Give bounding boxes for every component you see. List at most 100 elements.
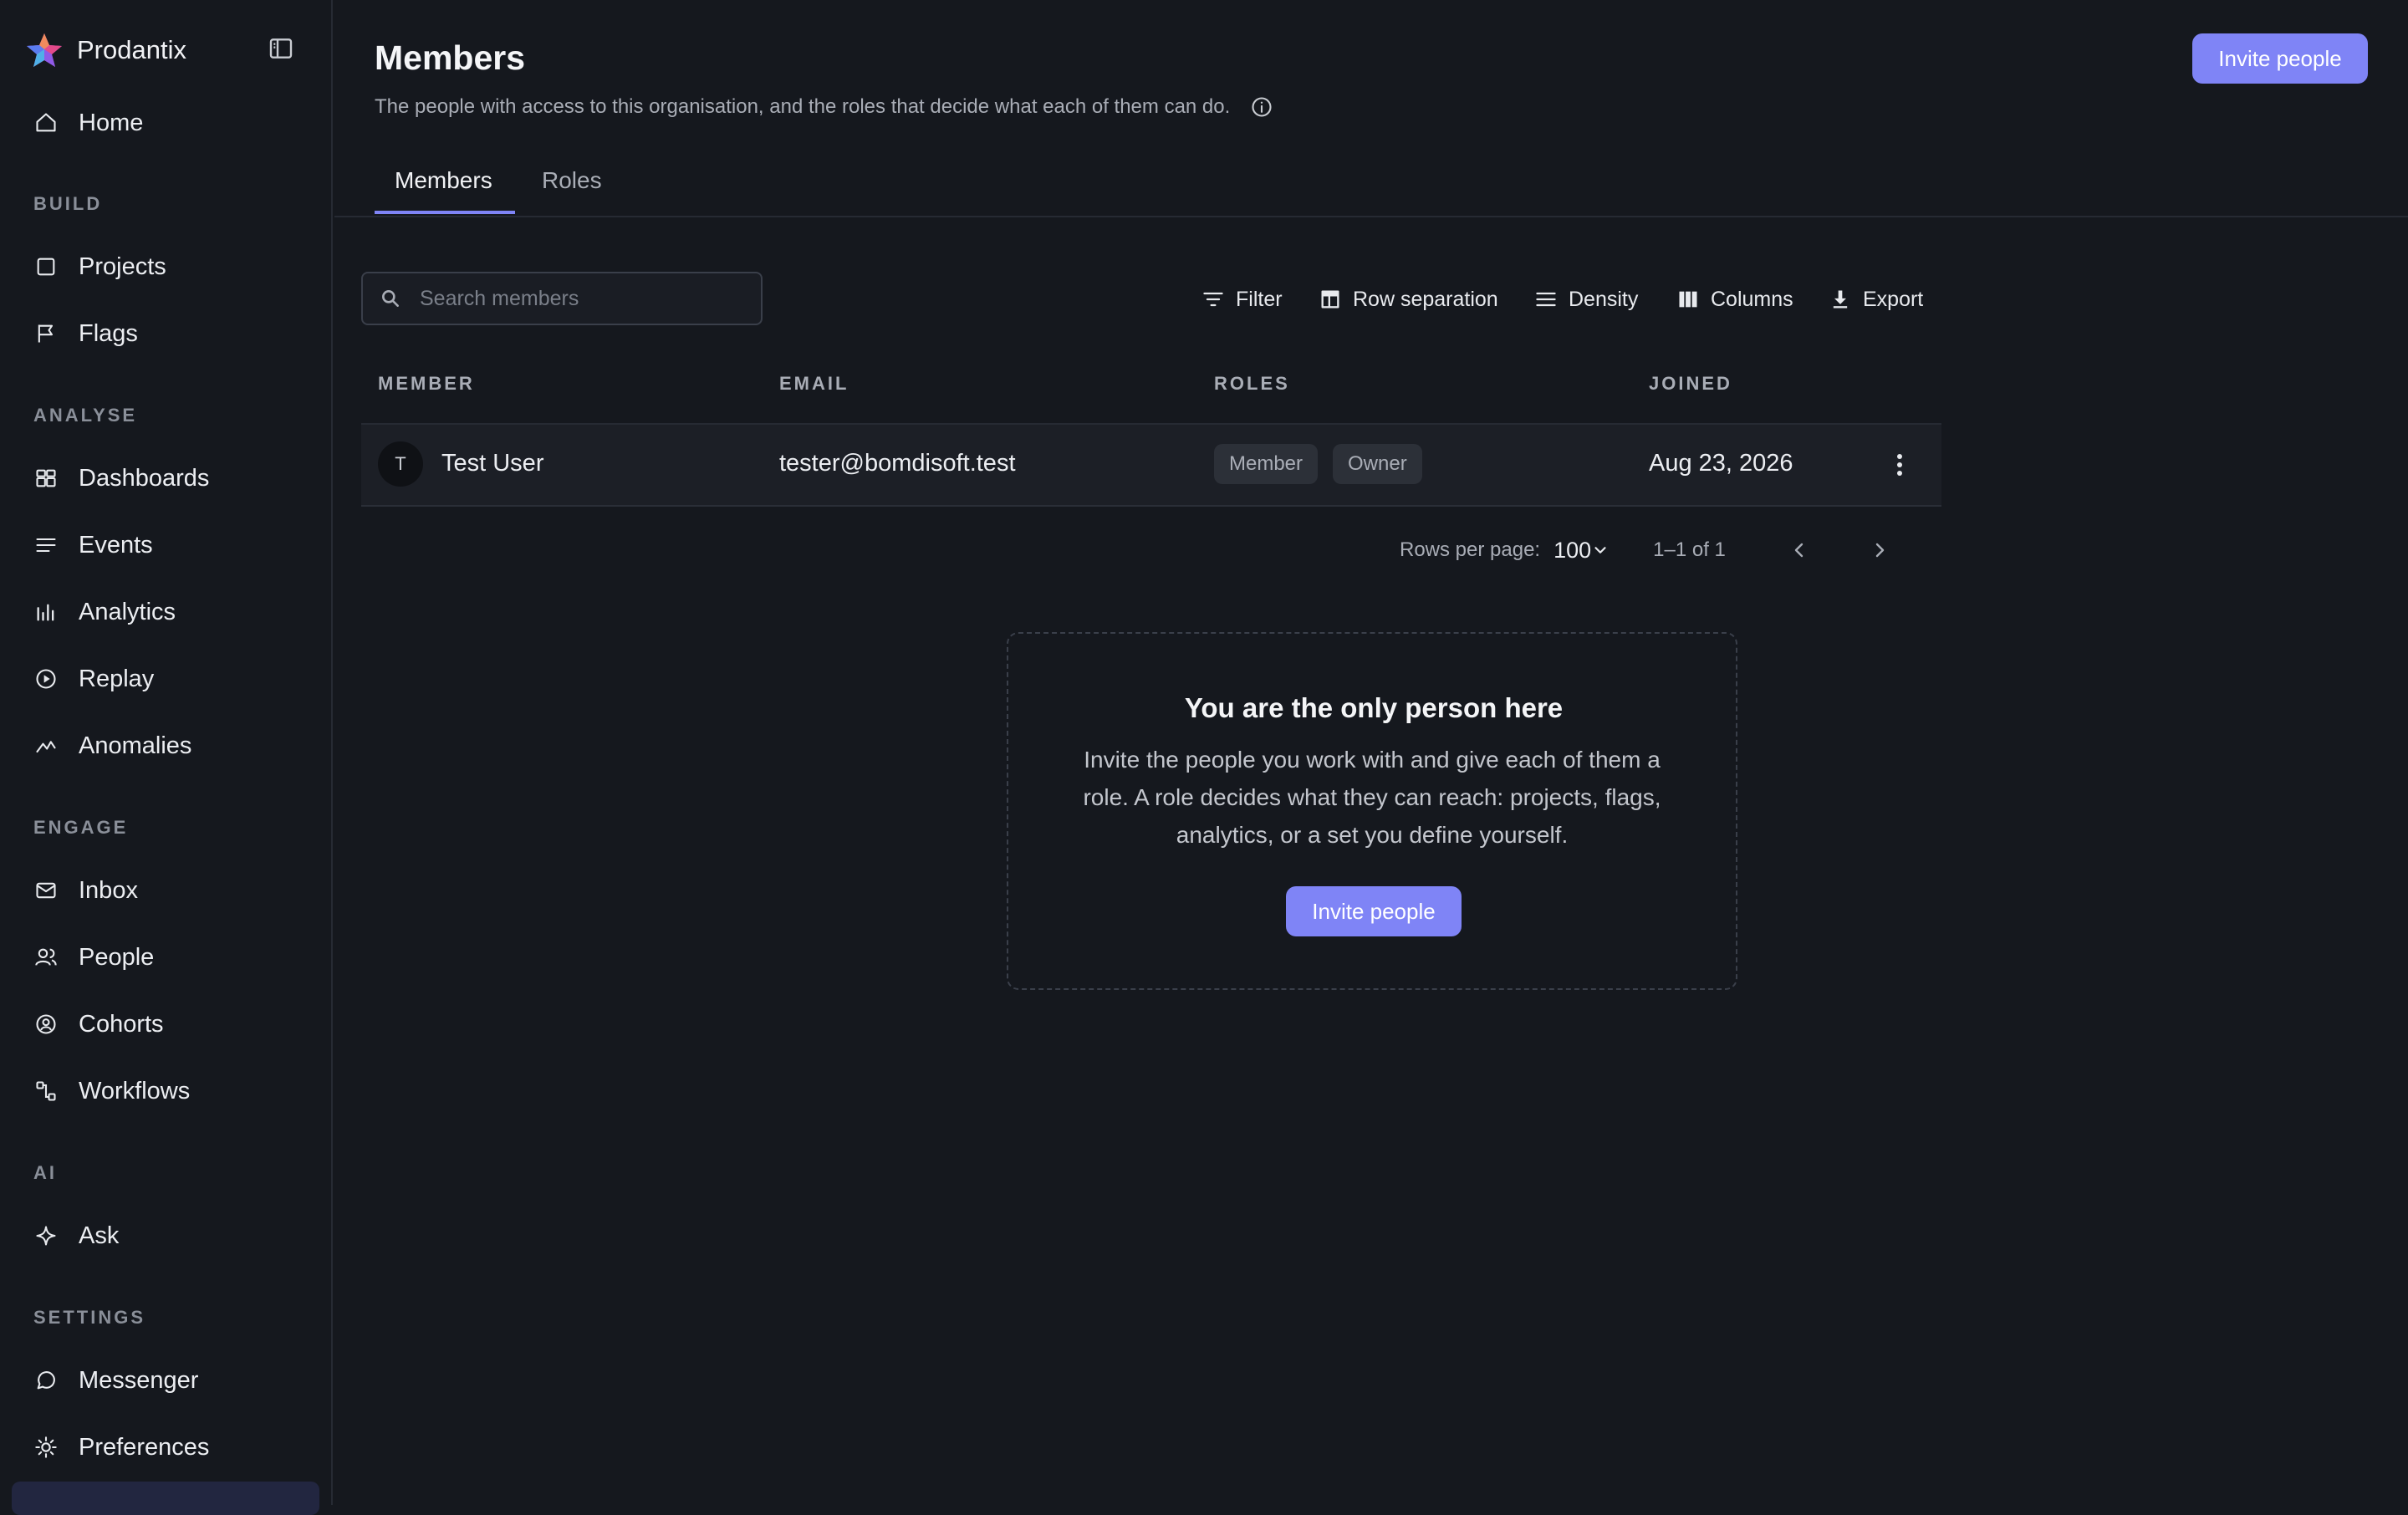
export-button[interactable]: Export bbox=[1828, 283, 1923, 316]
column-header-joined[interactable]: JOINED bbox=[1649, 373, 1732, 395]
mail-icon bbox=[33, 878, 59, 903]
search-input[interactable] bbox=[418, 285, 739, 312]
role-chip-member: Member bbox=[1214, 444, 1319, 484]
column-header-email[interactable]: EMAIL bbox=[779, 373, 849, 395]
section-label-analyse: ANALYSE bbox=[33, 405, 138, 426]
sidebar-item-anomalies[interactable]: Anomalies bbox=[17, 720, 314, 772]
sidebar-item-inbox[interactable]: Inbox bbox=[17, 865, 314, 916]
sidebar-item-label: Anomalies bbox=[79, 732, 192, 759]
page-subtitle: The people with access to this organisat… bbox=[375, 95, 1273, 119]
sidebar-item-label: Replay bbox=[79, 665, 155, 692]
previous-page-button[interactable] bbox=[1781, 532, 1818, 569]
info-icon[interactable] bbox=[1250, 95, 1273, 119]
sidebar-item-people[interactable]: People bbox=[17, 931, 314, 983]
column-header-member[interactable]: MEMBER bbox=[378, 373, 475, 395]
row-separation-label: Row separation bbox=[1353, 287, 1498, 311]
user-circle-icon bbox=[33, 1012, 59, 1037]
sidebar-item-label: Analytics bbox=[79, 598, 176, 625]
home-icon bbox=[33, 110, 59, 135]
member-name: Test User bbox=[441, 450, 544, 477]
sidebar-item-cohorts[interactable]: Cohorts bbox=[17, 998, 314, 1050]
sidebar-item-label: Dashboards bbox=[79, 464, 210, 492]
table-row[interactable]: T Test User tester@bomdisoft.test Member… bbox=[361, 425, 1941, 507]
member-joined-date: Aug 23, 2026 bbox=[1649, 450, 1793, 477]
play-circle-icon bbox=[33, 666, 59, 691]
tab-roles[interactable]: Roles bbox=[542, 167, 602, 194]
sidebar-item-projects[interactable]: Projects bbox=[17, 241, 314, 293]
sidebar-item-label: Flags bbox=[79, 319, 138, 347]
filter-icon bbox=[1201, 287, 1226, 312]
workflow-icon bbox=[33, 1079, 59, 1104]
avatar: T bbox=[378, 441, 423, 487]
sidebar-item-label: Cohorts bbox=[79, 1010, 164, 1038]
sidebar-item-label: Events bbox=[79, 531, 153, 559]
filter-label: Filter bbox=[1236, 287, 1283, 311]
columns-label: Columns bbox=[1711, 287, 1793, 311]
section-label-ai: AI bbox=[33, 1162, 57, 1183]
app-name: Prodantix bbox=[77, 35, 186, 64]
section-label-settings: SETTINGS bbox=[33, 1307, 146, 1328]
column-header-roles[interactable]: ROLES bbox=[1214, 373, 1290, 395]
section-label-build: BUILD bbox=[33, 193, 103, 214]
export-label: Export bbox=[1863, 287, 1924, 311]
tab-bar: Members Roles bbox=[334, 150, 2408, 217]
search-box[interactable] bbox=[361, 272, 763, 325]
gear-icon bbox=[33, 1435, 59, 1460]
density-label: Density bbox=[1569, 287, 1639, 311]
rows-per-page-select[interactable]: 100 bbox=[1553, 538, 1610, 564]
brand[interactable]: Prodantix bbox=[25, 30, 186, 70]
density-button[interactable]: Density bbox=[1533, 283, 1638, 316]
more-vertical-icon[interactable] bbox=[1883, 448, 1916, 482]
page-range: 1–1 of 1 bbox=[1653, 538, 1726, 561]
sidebar-item-label: Preferences bbox=[79, 1433, 210, 1461]
sidebar-item-label: People bbox=[79, 943, 155, 971]
dashboard-icon bbox=[33, 466, 59, 491]
main-content: Members The people with access to this o… bbox=[334, 0, 2408, 1505]
sidebar-toggle-icon[interactable] bbox=[266, 33, 296, 64]
sidebar-item-replay[interactable]: Replay bbox=[17, 653, 314, 705]
table-header: MEMBER EMAIL ROLES JOINED bbox=[361, 351, 1941, 425]
invite-people-button[interactable]: Invite people bbox=[2192, 33, 2368, 84]
sidebar-item-analytics[interactable]: Analytics bbox=[17, 586, 314, 638]
tab-members[interactable]: Members bbox=[395, 167, 492, 194]
sidebar-item-preferences[interactable]: Preferences bbox=[17, 1421, 314, 1473]
columns-icon bbox=[1676, 287, 1701, 312]
sidebar-item-label: Messenger bbox=[79, 1366, 199, 1394]
sidebar-item-ask[interactable]: Ask bbox=[17, 1210, 314, 1262]
sidebar-item-label: Home bbox=[79, 109, 144, 136]
sidebar-item-label: Inbox bbox=[79, 876, 138, 904]
density-icon bbox=[1533, 287, 1559, 312]
rows-per-page-label: Rows per page: bbox=[1400, 538, 1541, 561]
sparkle-icon bbox=[33, 1223, 59, 1248]
chevron-left-icon bbox=[1794, 543, 1803, 558]
row-separation-button[interactable]: Row separation bbox=[1318, 283, 1498, 316]
next-page-button[interactable] bbox=[1861, 532, 1898, 569]
columns-button[interactable]: Columns bbox=[1676, 283, 1793, 316]
empty-state-title: You are the only person here bbox=[1184, 692, 1564, 723]
chevron-right-icon bbox=[1875, 543, 1885, 558]
sidebar-item-workflows[interactable]: Workflows bbox=[17, 1065, 314, 1117]
empty-state-card: You are the only person here Invite the … bbox=[1007, 632, 1737, 990]
sidebar-item-events[interactable]: Events bbox=[17, 519, 314, 571]
square-icon bbox=[33, 254, 59, 279]
search-icon bbox=[382, 290, 399, 307]
sidebar-item-dashboards[interactable]: Dashboards bbox=[17, 452, 314, 504]
rows-per-page-value: 100 bbox=[1553, 537, 1592, 563]
filter-button[interactable]: Filter bbox=[1201, 283, 1283, 316]
section-label-engage: ENGAGE bbox=[33, 817, 129, 838]
page-description: The people with access to this organisat… bbox=[375, 95, 1231, 118]
sidebar-footer-item[interactable] bbox=[12, 1482, 319, 1515]
sidebar-item-home[interactable]: Home bbox=[17, 97, 314, 149]
users-icon bbox=[33, 945, 59, 970]
bar-chart-icon bbox=[33, 599, 59, 625]
sidebar: Prodantix Home BUILD Projects Flags ANAL… bbox=[0, 0, 333, 1515]
sidebar-item-flags[interactable]: Flags bbox=[17, 308, 314, 360]
active-tab-indicator bbox=[375, 211, 515, 214]
role-chip-owner: Owner bbox=[1333, 444, 1422, 484]
pagination: Rows per page: 100 1–1 of 1 bbox=[1400, 533, 1726, 567]
flag-icon bbox=[33, 321, 59, 346]
sidebar-item-label: Workflows bbox=[79, 1077, 191, 1104]
sidebar-item-messenger[interactable]: Messenger bbox=[17, 1354, 314, 1406]
empty-state-invite-button[interactable]: Invite people bbox=[1286, 886, 1462, 936]
download-icon bbox=[1828, 287, 1853, 312]
